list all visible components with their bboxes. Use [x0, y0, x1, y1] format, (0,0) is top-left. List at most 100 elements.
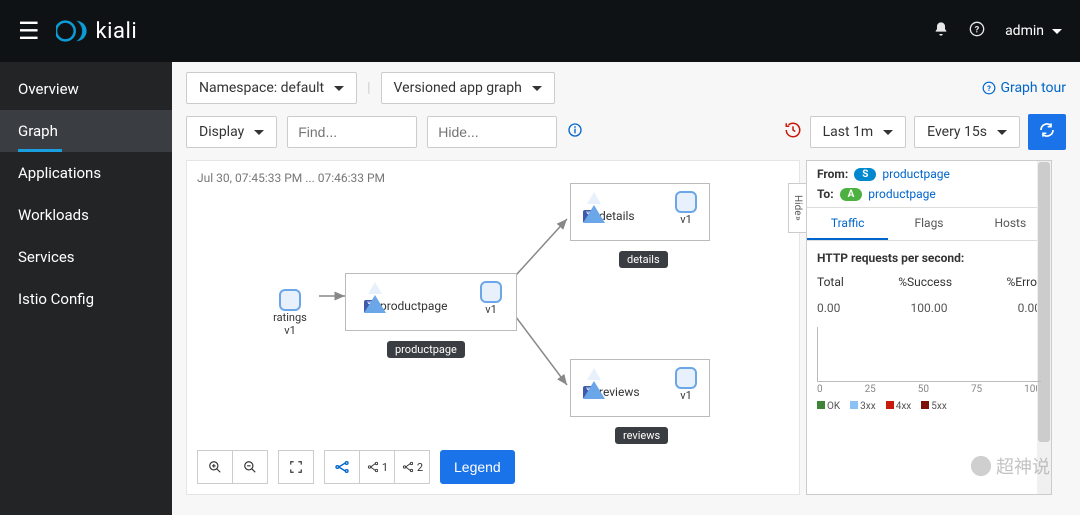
node-reviews-v1[interactable]: v1 [675, 365, 697, 402]
legend-swatch-4xx [886, 401, 894, 409]
traffic-table-row: 0.00 100.00 0.00 [817, 301, 1041, 315]
appbox-reviews[interactable]: ᛘ reviews v1 [570, 359, 710, 417]
sp-from-row: From: S productpage [807, 161, 1051, 187]
time-range-label: Last 1m [823, 124, 874, 140]
layout-2-button[interactable]: 2 [394, 450, 430, 484]
help-icon[interactable]: ? [969, 21, 985, 41]
chevron-down-icon [997, 130, 1007, 135]
time-range-select[interactable]: Last 1m [810, 116, 907, 148]
svg-text:?: ? [988, 84, 992, 93]
from-badge: S [854, 168, 876, 181]
user-name: admin [1005, 23, 1044, 39]
display-select-label: Display [199, 124, 244, 140]
hide-panel-button[interactable]: Hide » [788, 183, 806, 233]
info-icon: ? [982, 81, 996, 95]
from-label: From: [817, 167, 848, 181]
sidebar-item-label: Overview [18, 80, 79, 98]
service-icon [364, 279, 386, 313]
user-menu[interactable]: admin [1005, 23, 1062, 39]
appbox-label-productpage: productpage [387, 341, 465, 358]
chevron-down-icon [532, 86, 542, 91]
tab-traffic[interactable]: Traffic [807, 208, 888, 240]
to-badge: A [840, 188, 863, 201]
to-label: To: [817, 187, 834, 201]
node-productpage-v1[interactable]: v1 [480, 279, 502, 316]
graph-tour-link[interactable]: ? Graph tour [982, 80, 1066, 96]
node-ratings-v1[interactable]: ratings v1 [261, 281, 319, 343]
node-productpage-svc[interactable]: ᛘ productpage [364, 279, 448, 313]
node-details-v1[interactable]: v1 [675, 189, 697, 226]
sp-body: HTTP requests per second: Total %Success… [807, 241, 1051, 494]
chart-legend: OK 3xx 4xx 5xx [817, 401, 1041, 412]
node-version: v1 [269, 324, 311, 337]
layout-default-button[interactable] [324, 450, 360, 484]
graph-type-select[interactable]: Versioned app graph [381, 72, 555, 104]
namespace-select-label: Namespace: default [199, 80, 324, 96]
sidebar-item-services[interactable]: Services [0, 236, 172, 278]
sidebar-item-label: Workloads [18, 206, 89, 224]
sidebar-item-overview[interactable]: Overview [0, 68, 172, 110]
namespace-select[interactable]: Namespace: default [186, 72, 357, 104]
traffic-chart [817, 327, 1041, 382]
layout-1-button[interactable]: 1 [359, 450, 395, 484]
sp-tabs: Traffic Flags Hosts [807, 207, 1051, 241]
chevron-down-icon [254, 130, 264, 135]
toolbar-row-2: Display Last 1m Every 15s [186, 114, 1066, 150]
notifications-icon[interactable] [933, 21, 949, 41]
menu-toggle-icon[interactable]: ☰ [18, 17, 40, 45]
kiali-logo-icon [56, 19, 90, 43]
tab-flags[interactable]: Flags [888, 208, 969, 240]
refresh-interval-label: Every 15s [927, 124, 987, 140]
legend-swatch-ok [817, 401, 825, 409]
node-version: v1 [675, 389, 697, 402]
node-details-svc[interactable]: ᛘ details [583, 189, 635, 223]
to-link[interactable]: productpage [868, 187, 936, 201]
find-input[interactable] [287, 116, 417, 148]
legend-swatch-3xx [850, 401, 858, 409]
topbar-right: ? admin [933, 21, 1062, 41]
chart-xticks: 0 25 50 75 100 [817, 382, 1041, 395]
from-link[interactable]: productpage [882, 167, 950, 181]
hide-input[interactable] [427, 116, 557, 148]
chevron-down-icon [883, 130, 893, 135]
graph-canvas[interactable]: Jul 30, 07:45:33 PM ... 07:46:33 PM http… [186, 160, 800, 495]
side-panel: Hide » From: S productpage To: A product… [806, 160, 1052, 495]
filter-info-icon[interactable] [567, 122, 583, 142]
traffic-title: HTTP requests per second: [817, 251, 1041, 265]
sidebar-item-graph[interactable]: Graph [0, 110, 172, 152]
service-icon [583, 365, 605, 399]
node-version: v1 [675, 213, 697, 226]
zoom-in-button[interactable] [197, 450, 233, 484]
sidebar-item-workloads[interactable]: Workloads [0, 194, 172, 236]
sidebar-item-label: Applications [18, 164, 101, 182]
workload-icon [675, 191, 697, 213]
graph-container: Jul 30, 07:45:33 PM ... 07:46:33 PM http… [186, 160, 1066, 495]
refresh-interval-select[interactable]: Every 15s [914, 116, 1020, 148]
sidebar-item-applications[interactable]: Applications [0, 152, 172, 194]
sidebar-item-label: Services [18, 248, 75, 266]
workload-icon [279, 289, 301, 311]
sidebar-item-label: Istio Config [18, 290, 94, 308]
display-select[interactable]: Display [186, 116, 277, 148]
chevron-down-icon [334, 86, 344, 91]
workload-icon [480, 281, 502, 303]
fit-button[interactable] [278, 450, 314, 484]
node-label: ratings [269, 311, 311, 324]
logo[interactable]: kiali [56, 19, 138, 44]
node-reviews-svc[interactable]: ᛘ reviews [583, 365, 640, 399]
sidebar-item-istio-config[interactable]: Istio Config [0, 278, 172, 320]
graph-controls: 1 2 Legend [197, 450, 515, 484]
appbox-details[interactable]: ᛘ details v1 [570, 183, 710, 241]
history-icon[interactable] [784, 121, 802, 143]
legend-swatch-5xx [921, 401, 929, 409]
refresh-icon [1039, 122, 1055, 138]
time-controls: Last 1m Every 15s [784, 114, 1066, 150]
node-version: v1 [480, 303, 502, 316]
appbox-productpage[interactable]: ᛘ productpage v1 [345, 273, 517, 331]
traffic-table-header: Total %Success %Error [817, 275, 1041, 289]
zoom-out-button[interactable] [232, 450, 268, 484]
refresh-button[interactable] [1028, 114, 1066, 150]
legend-button[interactable]: Legend [440, 450, 515, 484]
divider: | [367, 80, 370, 96]
appbox-label-details: details [619, 251, 668, 268]
